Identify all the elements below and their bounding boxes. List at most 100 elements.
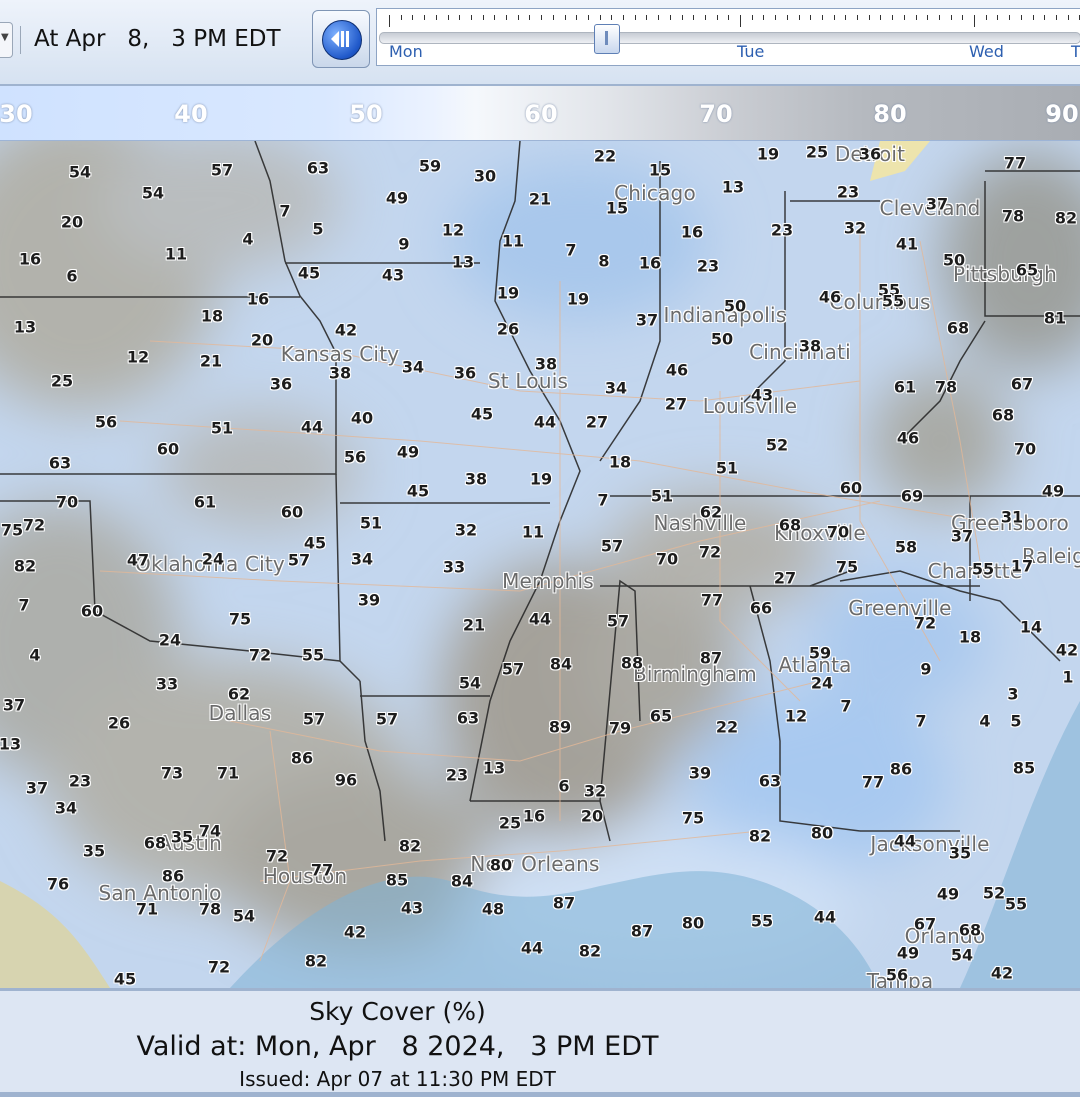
sky-cover-value: 23: [836, 182, 860, 202]
sky-cover-value: 36: [453, 363, 477, 383]
time-dropdown[interactable]: ▼: [0, 22, 13, 58]
sky-cover-value: 80: [810, 823, 834, 843]
sky-cover-value: 49: [1041, 481, 1065, 501]
sky-cover-value: 46: [896, 428, 920, 448]
sky-cover-value: 18: [958, 627, 982, 647]
sky-cover-value: 6: [66, 266, 78, 286]
sky-cover-value: 67: [913, 914, 937, 934]
step-back-button[interactable]: [312, 10, 370, 68]
sky-cover-value: 47: [126, 550, 150, 570]
sky-cover-value: 42: [1055, 640, 1079, 660]
sky-cover-value: 24: [201, 549, 225, 569]
sky-cover-value: 4: [242, 229, 254, 249]
sky-cover-value: 55: [301, 645, 325, 665]
sky-cover-value: 63: [456, 708, 480, 728]
timeline-tick: [1044, 15, 1046, 20]
sky-cover-value: 7: [840, 696, 852, 716]
sky-cover-value: 73: [160, 763, 184, 783]
sky-cover-value: 56: [885, 965, 909, 985]
sky-cover-value: 50: [710, 329, 734, 349]
timeline-tick: [1067, 15, 1069, 20]
sky-cover-value: 38: [464, 469, 488, 489]
timeline-tick: [611, 15, 613, 20]
color-scale-legend: 30 40 50 60 70 80 90: [0, 86, 1080, 142]
sky-cover-value: 57: [287, 550, 311, 570]
timeline-tick: [786, 15, 788, 20]
time-slider[interactable]: Mon Tue Wed T: [376, 8, 1080, 66]
timeline-tick: [634, 15, 636, 20]
sky-cover-value: 68: [143, 833, 167, 853]
timeline-tick: [564, 15, 566, 20]
sky-cover-value: 66: [749, 598, 773, 618]
sky-cover-value: 68: [946, 318, 970, 338]
sky-cover-value: 23: [445, 765, 469, 785]
timeline-tick: [763, 15, 765, 20]
sky-cover-value: 79: [608, 718, 632, 738]
sky-cover-value: 72: [207, 957, 231, 977]
sky-cover-value: 55: [1004, 894, 1028, 914]
sky-cover-value: 60: [156, 439, 180, 459]
sky-cover-value: 43: [381, 265, 405, 285]
day-label-thu: T: [1071, 42, 1080, 61]
sky-cover-value: 57: [210, 160, 234, 180]
sky-cover-value: 82: [578, 941, 602, 961]
sky-cover-value: 82: [748, 826, 772, 846]
timeline-tick: [435, 15, 437, 20]
sky-cover-value: 15: [605, 198, 629, 218]
timeline-tick: [459, 15, 461, 20]
sky-cover-value: 7: [565, 240, 577, 260]
sky-cover-value: 38: [534, 354, 558, 374]
toolbar-separator: [20, 26, 21, 54]
sky-cover-value: 68: [778, 515, 802, 535]
timeline-tick: [892, 15, 894, 20]
sky-cover-value: 54: [68, 162, 92, 182]
sky-cover-value: 41: [895, 234, 919, 254]
timeline-tick: [541, 15, 543, 20]
sky-cover-value: 38: [328, 363, 352, 383]
sky-cover-value: 77: [700, 590, 724, 610]
sky-cover-value: 54: [458, 673, 482, 693]
sky-cover-value: 61: [893, 377, 917, 397]
sky-cover-map[interactable]: Chicago Detroit Cleveland Pittsburgh Indiana…: [0, 141, 1080, 988]
timeline-tick: [716, 15, 718, 20]
timeline-tick: [915, 15, 917, 20]
sky-cover-value: 36: [269, 374, 293, 394]
sky-cover-value: 26: [107, 713, 131, 733]
timeline-tick: [470, 15, 472, 20]
sky-cover-value: 72: [698, 542, 722, 562]
timeline-tick: [950, 15, 952, 20]
sky-cover-value: 9: [920, 659, 932, 679]
timeline-tick: [974, 15, 975, 27]
sky-cover-value: 31: [1000, 507, 1024, 527]
timeline-tick: [576, 15, 578, 20]
sky-cover-value: 25: [498, 813, 522, 833]
timeline-tick: [400, 15, 402, 20]
sky-cover-value: 82: [304, 951, 328, 971]
sky-cover-value: 13: [721, 177, 745, 197]
timeline-tick: [938, 15, 940, 20]
timeline-tick: [681, 15, 683, 20]
timeline-tick: [424, 15, 426, 20]
sky-cover-value: 87: [552, 893, 576, 913]
scale-label: 40: [174, 100, 208, 128]
sky-cover-value: 59: [808, 643, 832, 663]
sky-cover-value: 11: [501, 231, 525, 251]
sky-cover-value: 9: [398, 234, 410, 254]
sky-cover-value: 26: [496, 319, 520, 339]
sky-cover-value: 72: [248, 645, 272, 665]
timeline-tick: [704, 15, 706, 20]
map-caption: Sky Cover (%) Valid at: Mon, Apr 8 2024,…: [0, 988, 1080, 1097]
city-label: Jacksonville: [870, 832, 990, 856]
sky-cover-value: 50: [723, 296, 747, 316]
sky-cover-value: 81: [1043, 308, 1067, 328]
sky-cover-value: 4: [979, 711, 991, 731]
sky-cover-value: 7: [597, 490, 609, 510]
sky-cover-value: 49: [396, 442, 420, 462]
sky-cover-value: 49: [385, 188, 409, 208]
sky-cover-value: 46: [665, 360, 689, 380]
sky-cover-value: 7: [279, 201, 291, 221]
slider-thumb[interactable]: [594, 24, 620, 54]
sky-cover-value: 43: [400, 898, 424, 918]
sky-cover-value: 68: [958, 920, 982, 940]
sky-cover-value: 21: [199, 351, 223, 371]
